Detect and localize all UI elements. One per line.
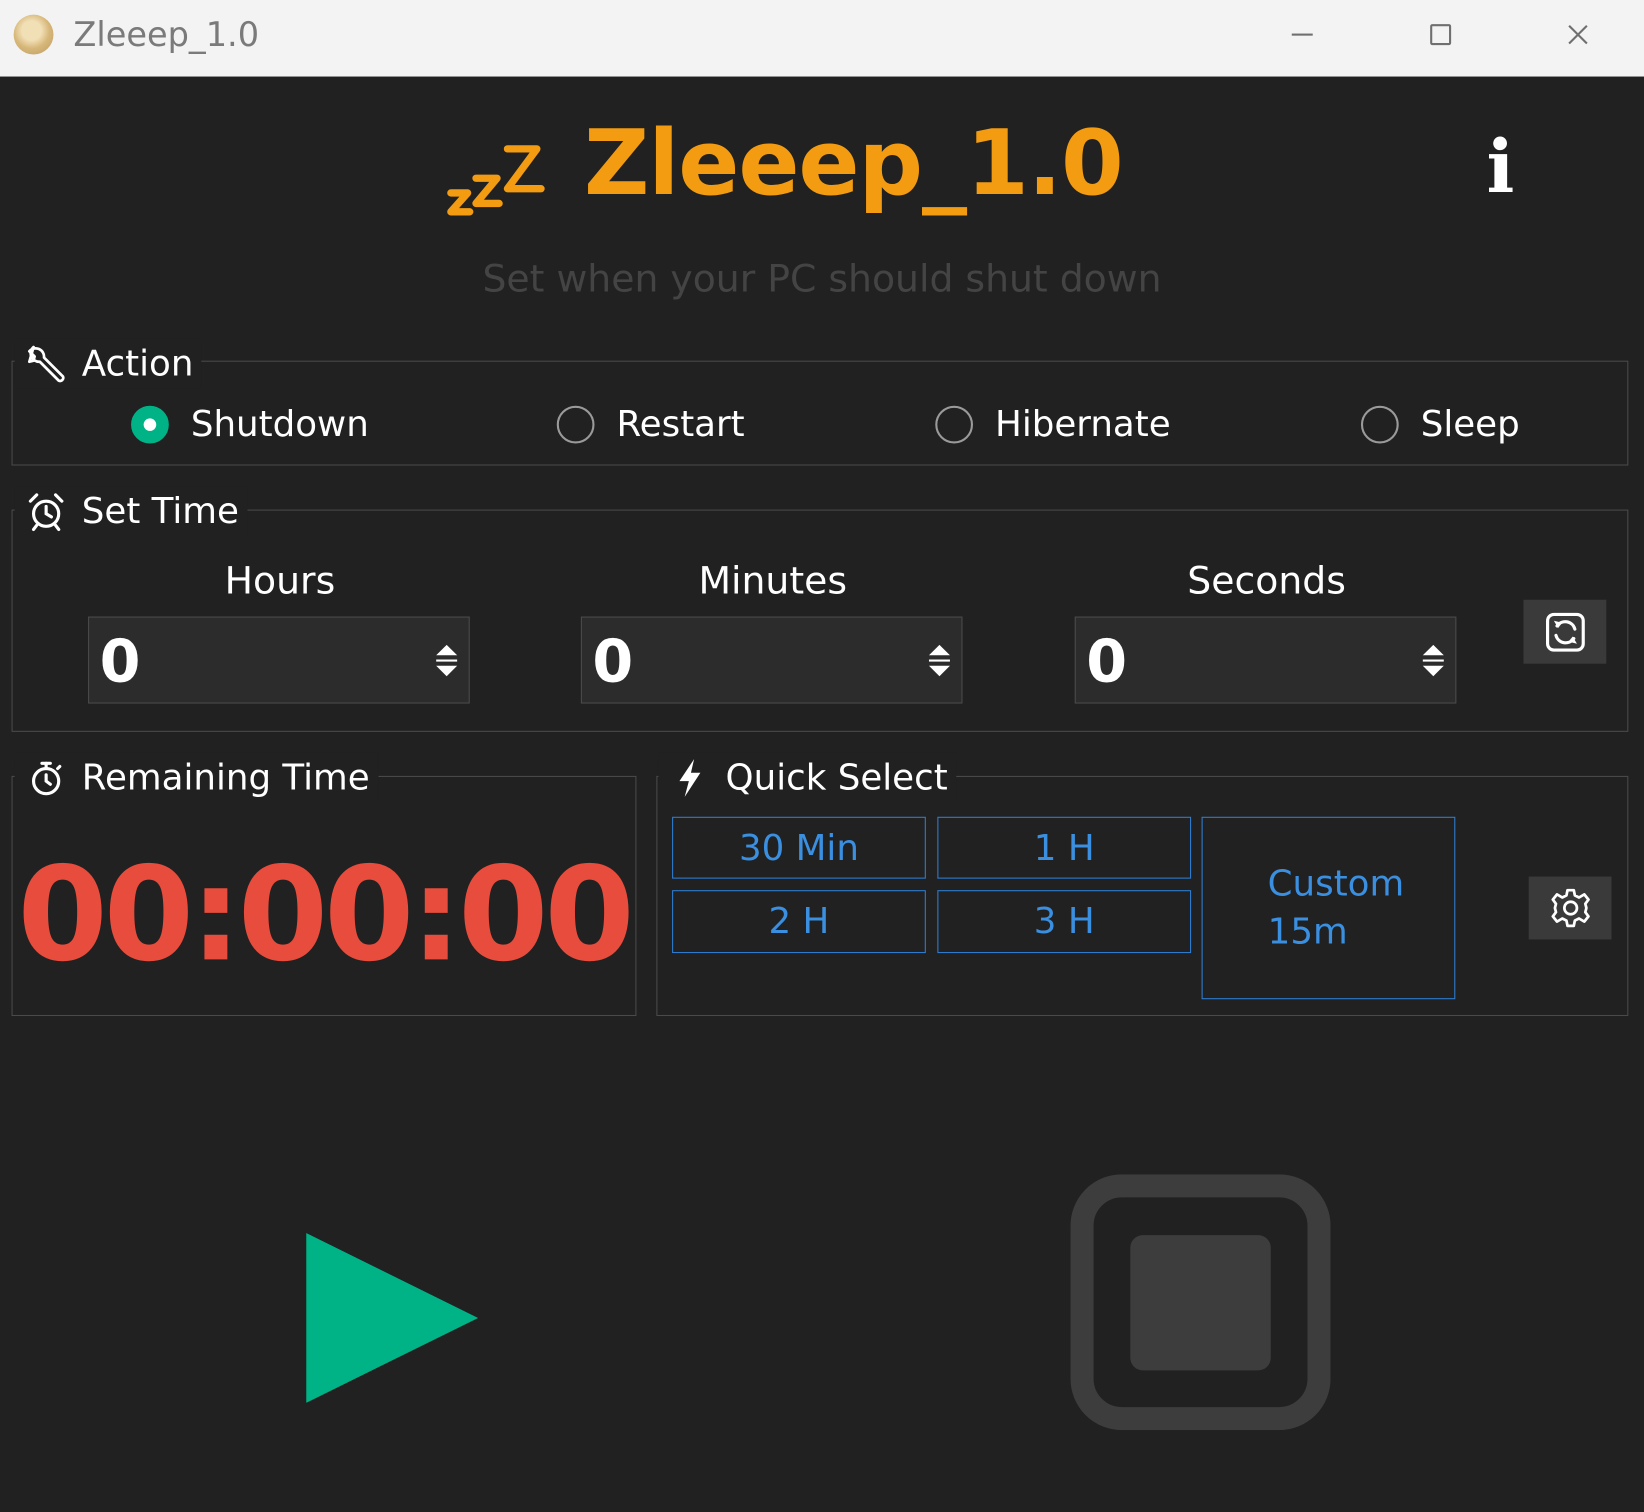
radio-indicator bbox=[935, 405, 974, 444]
zzz-icon bbox=[447, 145, 545, 216]
remaining-time-group-title: Remaining Time bbox=[14, 752, 379, 804]
set-time-label: Set Time bbox=[81, 490, 239, 533]
lightning-icon bbox=[679, 759, 701, 797]
seconds-label: Seconds bbox=[1187, 559, 1346, 603]
stop-icon bbox=[1070, 1174, 1331, 1431]
hours-stepper[interactable]: 0 bbox=[88, 616, 470, 704]
title-bar: Zleeep_1.0 bbox=[0, 0, 1644, 77]
remaining-time-display: 00:00:00 bbox=[17, 839, 634, 991]
quick-1h-button[interactable]: 1 H bbox=[937, 816, 1192, 879]
hours-value: 0 bbox=[99, 628, 141, 697]
radio-restart[interactable]: Restart bbox=[556, 403, 745, 446]
radio-indicator bbox=[131, 405, 169, 444]
custom-quick-button[interactable]: Custom 15m bbox=[1201, 816, 1456, 1000]
radio-indicator bbox=[556, 405, 595, 444]
play-icon bbox=[306, 1233, 479, 1403]
quick-30min-button[interactable]: 30 Min bbox=[672, 816, 926, 879]
updown-arrows-icon[interactable] bbox=[926, 641, 953, 681]
minutes-stepper[interactable]: 0 bbox=[580, 616, 963, 704]
refresh-icon bbox=[1545, 612, 1585, 652]
action-group-title: Action bbox=[14, 338, 202, 389]
remaining-time-label: Remaining Time bbox=[81, 757, 370, 799]
custom-label: Custom bbox=[1267, 862, 1405, 905]
seconds-stepper[interactable]: 0 bbox=[1074, 616, 1457, 704]
app-icon bbox=[13, 14, 54, 55]
window-title: Zleeep_1.0 bbox=[73, 14, 260, 55]
quick-2h-button[interactable]: 2 H bbox=[672, 890, 926, 954]
close-button[interactable] bbox=[1550, 13, 1605, 57]
minutes-label: Minutes bbox=[698, 559, 848, 603]
updown-arrows-icon[interactable] bbox=[1420, 641, 1447, 681]
radio-label-shutdown: Shutdown bbox=[190, 403, 369, 446]
seconds-value: 0 bbox=[1086, 628, 1128, 697]
minutes-value: 0 bbox=[592, 628, 634, 697]
wrench-icon bbox=[27, 345, 65, 383]
minimize-button[interactable] bbox=[1275, 13, 1330, 57]
app-heading: Zleeep_1.0 bbox=[584, 111, 1124, 216]
updown-arrows-icon[interactable] bbox=[433, 641, 460, 681]
info-button[interactable]: i bbox=[1476, 129, 1524, 203]
radio-label-sleep: Sleep bbox=[1420, 403, 1520, 446]
stopwatch-icon bbox=[31, 761, 62, 796]
custom-value: 15m bbox=[1267, 911, 1348, 954]
subtitle: Set when your PC should shut down bbox=[482, 257, 1162, 301]
radio-hibernate[interactable]: Hibernate bbox=[935, 403, 1171, 446]
radio-label-hibernate: Hibernate bbox=[995, 403, 1171, 446]
set-time-group-title: Set Time bbox=[14, 486, 248, 537]
alarm-clock-icon bbox=[28, 493, 64, 532]
quick-3h-button[interactable]: 3 H bbox=[937, 890, 1192, 954]
hours-label: Hours bbox=[224, 559, 336, 603]
radio-indicator bbox=[1360, 405, 1399, 444]
radio-label-restart: Restart bbox=[616, 403, 745, 446]
start-button[interactable] bbox=[306, 1233, 479, 1403]
quick-select-group-title: Quick Select bbox=[658, 752, 957, 804]
quick-select-label: Quick Select bbox=[725, 757, 948, 799]
quick-select-settings-button[interactable] bbox=[1528, 876, 1612, 940]
gear-icon bbox=[1550, 888, 1590, 928]
maximize-button[interactable] bbox=[1412, 13, 1467, 57]
app-window: Zleeep_1.0 Zleeep_1.0 i Set when your PC… bbox=[0, 0, 1644, 1512]
reset-time-button[interactable] bbox=[1523, 599, 1607, 664]
radio-shutdown[interactable]: Shutdown bbox=[131, 404, 369, 446]
radio-sleep[interactable]: Sleep bbox=[1360, 403, 1520, 446]
stop-button[interactable] bbox=[1070, 1174, 1331, 1431]
action-label: Action bbox=[81, 342, 194, 385]
